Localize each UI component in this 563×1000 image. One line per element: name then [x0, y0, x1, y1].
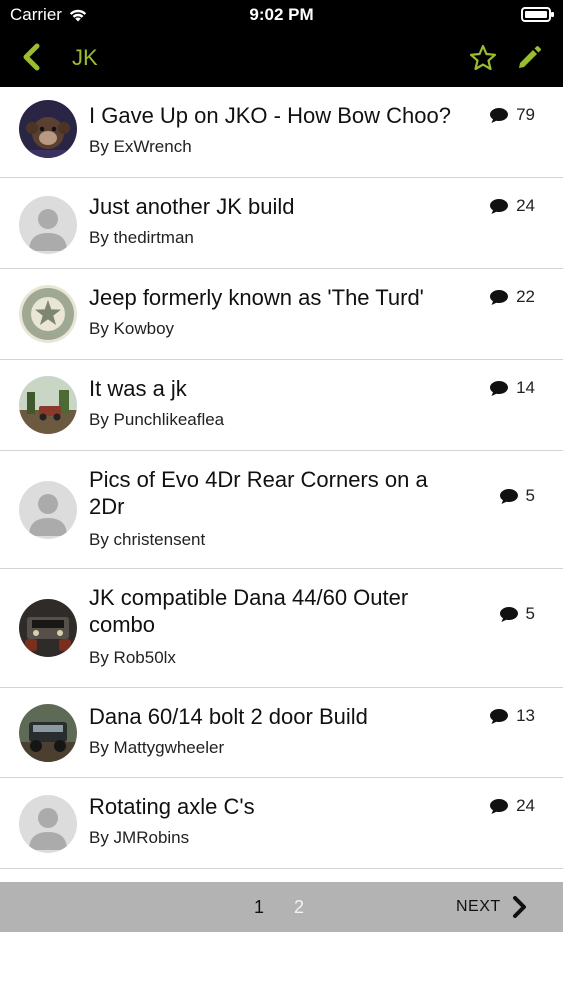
offroad-photo: [19, 704, 77, 762]
reply-count-value: 14: [516, 378, 535, 397]
default-user: [19, 196, 77, 254]
avatar: [19, 285, 77, 343]
chevron-right-icon: [512, 896, 526, 918]
reply-count-value: 79: [516, 105, 535, 124]
thread-author: By thedirtman: [89, 228, 194, 247]
page-2-button[interactable]: 2: [294, 897, 304, 918]
reply-count-value: 24: [516, 196, 535, 215]
reply-count: 79: [489, 105, 535, 125]
page-title: JK: [72, 45, 98, 70]
comment-icon: [499, 488, 518, 504]
comment-icon: [490, 107, 509, 123]
comment-icon: [490, 798, 509, 814]
avatar: [19, 376, 77, 434]
reply-count: 5: [499, 604, 535, 624]
back-button[interactable]: [20, 42, 60, 74]
reply-count-value: 24: [516, 796, 535, 815]
reply-count-value: 5: [525, 486, 535, 505]
pencil-icon: [519, 46, 541, 68]
thread-author: By christensent: [89, 530, 206, 549]
reply-count: 5: [499, 486, 535, 506]
status-time: 9:02 PM: [249, 5, 314, 24]
battery-fill: [525, 11, 547, 18]
thread-author: By Mattygwheeler: [89, 738, 225, 757]
thread-author: By Punchlikeaflea: [89, 410, 225, 429]
navigation-bar: JK: [0, 30, 563, 87]
reply-count: 24: [489, 796, 535, 816]
thread-row[interactable]: Pics of Evo 4Dr Rear Corners on a 2Dr By…: [0, 451, 563, 569]
thread-title: JK compatible Dana 44/60 Outer combo: [89, 585, 409, 637]
thread-title: I Gave Up on JKO - How Bow Choo?: [89, 103, 451, 128]
reply-count: 24: [489, 196, 535, 216]
reply-count: 22: [489, 287, 535, 307]
thread-title: Rotating axle C's: [89, 794, 255, 819]
reply-count: 13: [489, 706, 535, 726]
comment-icon: [490, 289, 509, 305]
trail-photo: [19, 376, 77, 434]
thread-row[interactable]: Dana 60/14 bolt 2 door Build By Mattygwh…: [0, 688, 563, 778]
next-label: NEXT: [456, 898, 501, 915]
thread-row[interactable]: I Gave Up on JKO - How Bow Choo? By ExWr…: [0, 87, 563, 178]
comment-icon: [499, 606, 518, 622]
reply-count-value: 22: [516, 287, 535, 306]
thread-row[interactable]: Jeep formerly known as 'The Turd' By Kow…: [0, 269, 563, 360]
thread-row[interactable]: Just another JK build By thedirtman 24: [0, 178, 563, 269]
avatar: [19, 795, 77, 853]
compose-button[interactable]: [514, 43, 544, 73]
thread-author: By JMRobins: [89, 828, 190, 847]
thread-title: It was a jk: [89, 376, 187, 401]
thread-row[interactable]: It was a jk By Punchlikeaflea 14: [0, 360, 563, 451]
avatar: [19, 704, 77, 762]
thread-author: By Rob50lx: [89, 648, 176, 667]
avatar: [19, 481, 77, 539]
thread-row[interactable]: Rotating axle C's By JMRobins 24: [0, 778, 563, 869]
thread-author: By Kowboy: [89, 319, 175, 338]
star-emblem: [19, 285, 77, 343]
reply-count-value: 5: [525, 604, 535, 623]
monkey-photo: [19, 100, 77, 158]
thread-row[interactable]: JK compatible Dana 44/60 Outer combo By …: [0, 569, 563, 688]
reply-count-value: 13: [516, 706, 535, 725]
default-user: [19, 481, 77, 539]
thread-list: I Gave Up on JKO - How Bow Choo? By ExWr…: [0, 87, 563, 869]
status-bar: Carrier 9:02 PM: [0, 0, 563, 30]
reply-count: 14: [489, 378, 535, 398]
pagination-bar: 1 2 NEXT: [0, 882, 563, 932]
next-button[interactable]: NEXT: [456, 892, 529, 922]
comment-icon: [490, 380, 509, 396]
thread-title: Pics of Evo 4Dr Rear Corners on a 2Dr: [89, 467, 428, 519]
avatar: [19, 100, 77, 158]
jeep-photo: [19, 599, 77, 657]
comment-icon: [490, 708, 509, 724]
page-1-button[interactable]: 1: [254, 897, 264, 918]
star-outline-icon: [469, 44, 497, 71]
thread-author: By ExWrench: [89, 137, 192, 156]
default-user: [19, 795, 77, 853]
battery-icon: [521, 7, 554, 22]
thread-title: Jeep formerly known as 'The Turd': [89, 285, 424, 310]
avatar: [19, 196, 77, 254]
thread-title: Just another JK build: [89, 194, 295, 219]
chevron-left-icon: [23, 43, 40, 71]
favorite-button[interactable]: [468, 43, 498, 73]
thread-title: Dana 60/14 bolt 2 door Build: [89, 704, 368, 729]
comment-icon: [490, 198, 509, 214]
avatar: [19, 599, 77, 657]
